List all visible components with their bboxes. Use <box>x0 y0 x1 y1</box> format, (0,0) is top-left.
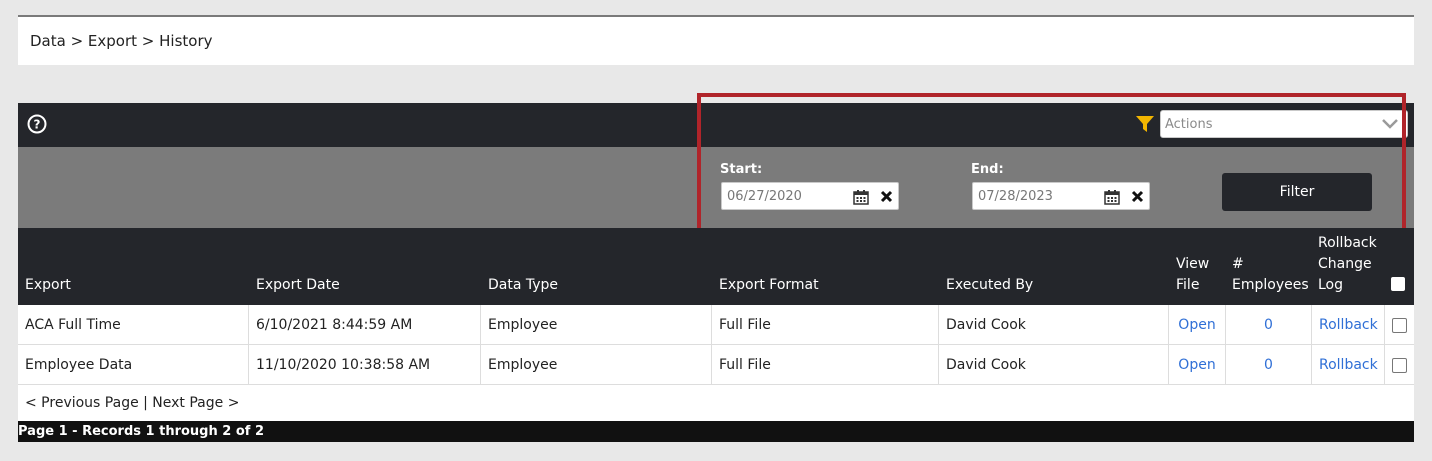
rollback-link[interactable]: Rollback <box>1319 357 1378 373</box>
open-link[interactable]: Open <box>1178 317 1215 333</box>
open-link[interactable]: Open <box>1178 357 1215 373</box>
cell-select <box>1385 305 1414 345</box>
cell-data-type: Employee <box>481 345 712 385</box>
cell-executed-by: David Cook <box>939 305 1169 345</box>
cell-export: ACA Full Time <box>18 305 249 345</box>
col-header-rollback[interactable]: Rollback Change Log <box>1318 233 1377 296</box>
start-date-label: Start: <box>720 162 763 177</box>
filter-button[interactable]: Filter <box>1222 173 1372 211</box>
cell-view-file: Open <box>1169 305 1226 345</box>
cell-rollback: Rollback <box>1312 345 1385 385</box>
col-header-rollback-line3: Log <box>1318 277 1344 293</box>
rollback-link[interactable]: Rollback <box>1319 317 1378 333</box>
col-header-data-type[interactable]: Data Type <box>488 275 558 296</box>
table-row: Employee Data 11/10/2020 10:38:58 AM Emp… <box>18 345 1414 385</box>
col-header-view-file-line1: View <box>1176 256 1210 272</box>
table-header: Export Export Date Data Type Export Form… <box>18 228 1414 305</box>
table-toolbar: ? Actions <box>18 103 1414 147</box>
filter-panel: Start: 06/27/2020 End: 07/28/2023 Filter <box>18 147 1414 228</box>
svg-text:?: ? <box>34 118 41 132</box>
cell-rollback: Rollback <box>1312 305 1385 345</box>
cell-export: Employee Data <box>18 345 249 385</box>
cell-select <box>1385 345 1414 385</box>
clear-start-date-icon[interactable] <box>880 190 893 203</box>
col-header-view-file[interactable]: View File <box>1176 254 1209 296</box>
cell-view-file: Open <box>1169 345 1226 385</box>
col-header-rollback-line2: Change <box>1318 256 1372 272</box>
end-date-value: 07/28/2023 <box>978 188 1053 204</box>
col-header-rollback-line1: Rollback <box>1318 235 1377 251</box>
breadcrumb: Data > Export > History <box>18 17 1414 65</box>
breadcrumb-text: Data > Export > History <box>30 32 213 50</box>
col-header-employees-line1: # <box>1232 256 1244 272</box>
actions-placeholder: Actions <box>1165 116 1213 132</box>
pagination-links[interactable]: < Previous Page | Next Page > <box>25 395 239 411</box>
col-header-export-date[interactable]: Export Date <box>256 275 340 296</box>
employees-link[interactable]: 0 <box>1264 317 1273 333</box>
cell-export-date: 11/10/2020 10:38:58 AM <box>249 345 481 385</box>
cell-data-type: Employee <box>481 305 712 345</box>
clear-end-date-icon[interactable] <box>1131 190 1144 203</box>
row-checkbox[interactable] <box>1392 357 1407 373</box>
col-header-view-file-line2: File <box>1176 277 1200 293</box>
row-checkbox[interactable] <box>1392 317 1407 333</box>
records-footer: Page 1 - Records 1 through 2 of 2 <box>18 421 1414 442</box>
actions-dropdown[interactable]: Actions <box>1160 110 1408 138</box>
calendar-icon[interactable] <box>853 189 869 205</box>
pagination[interactable]: < Previous Page | Next Page > <box>18 385 1414 421</box>
cell-export-format: Full File <box>712 345 939 385</box>
employees-link[interactable]: 0 <box>1264 357 1273 373</box>
start-date-field[interactable]: 06/27/2020 <box>721 182 899 210</box>
cell-employees: 0 <box>1226 345 1312 385</box>
cell-export-format: Full File <box>712 305 939 345</box>
col-header-export-format[interactable]: Export Format <box>719 275 819 296</box>
start-date-value: 06/27/2020 <box>727 188 802 204</box>
filter-funnel-icon[interactable] <box>1135 114 1155 134</box>
col-header-executed-by[interactable]: Executed By <box>946 275 1033 296</box>
calendar-icon[interactable] <box>1104 189 1120 205</box>
records-summary: Page 1 - Records 1 through 2 of 2 <box>18 424 264 439</box>
filter-button-label: Filter <box>1279 184 1315 200</box>
col-header-employees[interactable]: # Employees <box>1232 254 1309 296</box>
end-date-label: End: <box>971 162 1004 177</box>
cell-employees: 0 <box>1226 305 1312 345</box>
col-header-export[interactable]: Export <box>25 275 71 296</box>
help-icon[interactable]: ? <box>27 114 47 134</box>
end-date-field[interactable]: 07/28/2023 <box>972 182 1150 210</box>
table-row: ACA Full Time 6/10/2021 8:44:59 AM Emplo… <box>18 305 1414 345</box>
col-header-employees-line2: Employees <box>1232 277 1309 293</box>
select-all-checkbox[interactable] <box>1391 277 1405 291</box>
cell-export-date: 6/10/2021 8:44:59 AM <box>249 305 481 345</box>
chevron-down-icon <box>1381 118 1399 130</box>
cell-executed-by: David Cook <box>939 345 1169 385</box>
